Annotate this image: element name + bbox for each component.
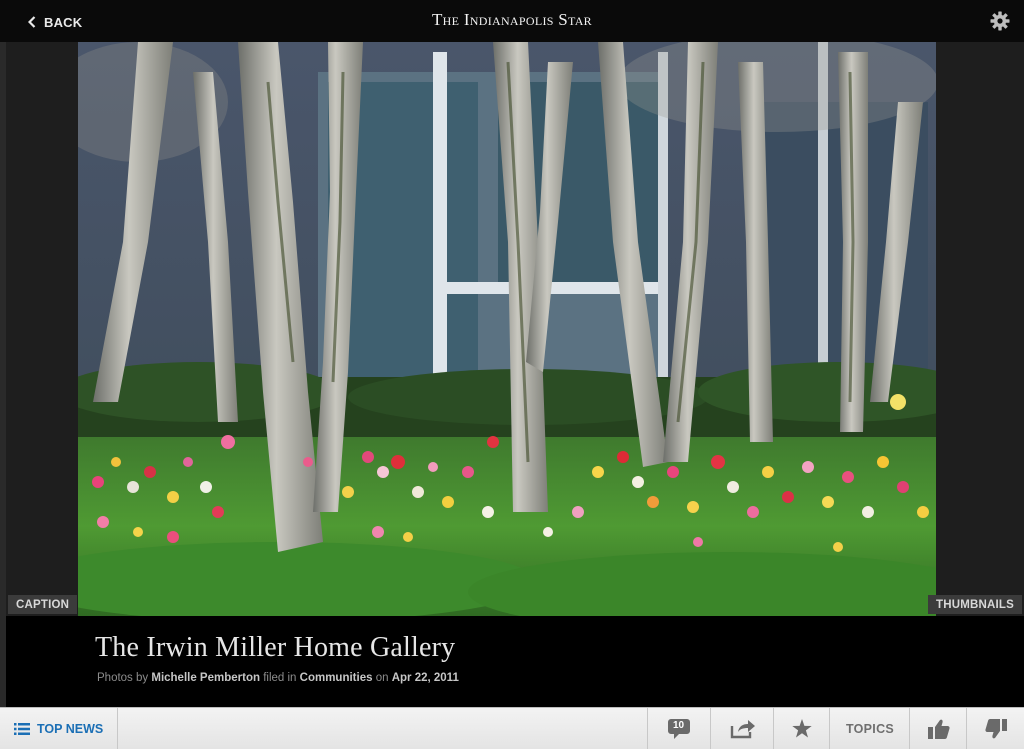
comments-button[interactable]: 10 [647,708,711,749]
section-link[interactable]: Communities [300,672,373,684]
publication-logo: The Indianapolis Star [431,10,592,29]
settings-button[interactable] [990,11,1010,31]
favorite-button[interactable] [773,708,830,749]
gallery-title: The Irwin Miller Home Gallery [95,632,456,663]
like-button[interactable] [909,708,967,749]
thumbnails-button[interactable]: THUMBNAILS [927,595,1022,614]
thumbs-down-icon [985,718,1007,738]
share-button[interactable] [710,708,774,749]
top-news-button[interactable]: TOP NEWS [0,708,118,749]
share-icon [730,719,755,738]
gallery-photo[interactable] [78,42,936,616]
comment-bubble: 10 [667,718,692,740]
photos-by-prefix: Photos by [97,672,149,684]
comments-count: 10 [672,719,685,731]
gallery-meta: Photos by Michelle Pemberton filed in Co… [97,672,459,684]
on-prefix: on [375,672,389,684]
star-icon [792,719,812,738]
top-news-label: TOP NEWS [37,721,104,736]
thumbs-up-icon [927,719,950,739]
bottom-toolbar: TOP NEWS 10 TOPICS [0,707,1024,749]
top-bar: BACK The Indianapolis Star [0,0,1024,43]
gear-icon [990,11,1010,31]
filed-in-prefix: filed in [263,672,297,684]
publish-date: Apr 22, 2011 [391,672,459,684]
tulip-garden-photo [78,42,936,616]
gallery-info: The Irwin Miller Home Gallery Photos by … [6,616,1024,707]
photo-stage: CAPTION THUMBNAILS [6,42,1024,616]
caption-button[interactable]: CAPTION [8,595,78,614]
topics-button[interactable]: TOPICS [829,708,910,749]
dislike-button[interactable] [966,708,1024,749]
list-icon [14,722,30,735]
topics-label: TOPICS [845,721,895,736]
photographer-name[interactable]: Michelle Pemberton [151,672,260,684]
